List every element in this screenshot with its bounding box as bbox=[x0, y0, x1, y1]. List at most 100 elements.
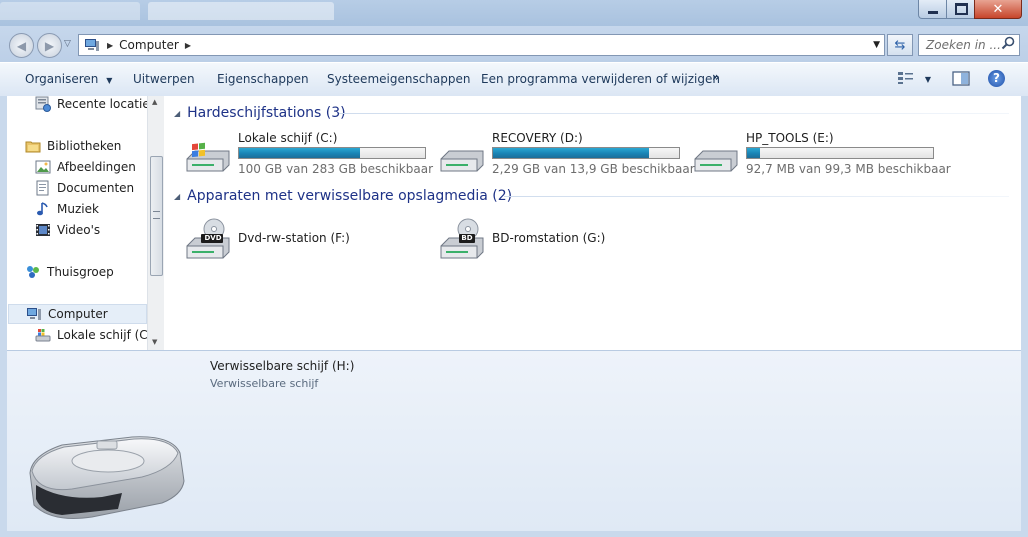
chevron-down-icon: ▼ bbox=[106, 76, 113, 85]
drive-usage-bar bbox=[492, 147, 680, 159]
minimize-icon bbox=[928, 10, 938, 14]
change-view-button[interactable]: ▼ bbox=[897, 71, 931, 88]
removable-disk-large-icon bbox=[22, 435, 192, 525]
sidebar-item-label: Video's bbox=[57, 223, 101, 237]
forward-button[interactable]: ▶ bbox=[37, 33, 62, 58]
sidebar-item-label: Afbeeldingen bbox=[57, 160, 136, 174]
content-pane: ◢ Hardeschijfstations (3) Lokale schijf … bbox=[164, 96, 1021, 350]
device-badge: BD bbox=[461, 234, 473, 242]
back-button[interactable]: ◀ bbox=[9, 33, 34, 58]
videos-icon bbox=[35, 222, 51, 238]
drive-name: Lokale schijf (C:) bbox=[238, 131, 338, 145]
device-name: BD-romstation (G:) bbox=[492, 231, 606, 245]
drive-free-space: 100 GB van 283 GB beschikbaar bbox=[238, 162, 433, 176]
drive-item[interactable]: RECOVERY (D:) 2,29 GB van 13,9 GB beschi… bbox=[438, 131, 695, 177]
help-button[interactable]: ? bbox=[988, 70, 1005, 87]
refresh-button[interactable]: ⇆ bbox=[887, 34, 913, 56]
chevron-down-icon: ▼ bbox=[873, 40, 880, 50]
local-disk-icon bbox=[35, 327, 51, 343]
more-commands-button[interactable]: » bbox=[712, 70, 720, 84]
maximize-icon bbox=[954, 3, 968, 15]
organize-label: Organiseren bbox=[25, 72, 99, 86]
title-bar: ✕ bbox=[0, 0, 1028, 26]
drive-usage-fill bbox=[747, 148, 761, 158]
sidebar-item-label: Muziek bbox=[57, 202, 99, 216]
drive-name: HP_TOOLS (E:) bbox=[746, 131, 834, 145]
homegroup-icon bbox=[25, 264, 41, 280]
group-title: Apparaten met verwisselbare opslagmedia … bbox=[187, 188, 513, 204]
drive-item[interactable]: HP_TOOLS (E:) 92,7 MB van 99,3 MB beschi… bbox=[692, 131, 951, 177]
search-icon bbox=[1001, 36, 1015, 53]
drive-usage-fill bbox=[239, 148, 360, 158]
help-icon: ? bbox=[988, 70, 1005, 87]
hard-drive-icon bbox=[438, 135, 486, 175]
background-window-tab bbox=[148, 2, 334, 20]
drive-free-space: 92,7 MB van 99,3 MB beschikbaar bbox=[746, 162, 951, 176]
device-badge: DVD bbox=[204, 234, 222, 242]
uninstall-program-button[interactable]: Een programma verwijderen of wijzigen bbox=[481, 72, 720, 86]
computer-icon bbox=[26, 306, 42, 322]
breadcrumb-computer[interactable]: Computer bbox=[119, 38, 179, 52]
breadcrumb-separator-icon: ▶ bbox=[184, 40, 191, 50]
grip-icon bbox=[153, 211, 160, 219]
search-input[interactable]: Zoeken in ... bbox=[926, 38, 1001, 52]
sidebar-item-label: Computer bbox=[48, 307, 108, 321]
collapse-triangle-icon: ◢ bbox=[174, 108, 181, 118]
pictures-icon bbox=[35, 159, 51, 175]
drive-usage-fill bbox=[493, 148, 650, 158]
command-bar: Organiseren ▼ Uitwerpen Eigenschappen Sy… bbox=[0, 62, 1028, 97]
recent-pages-dropdown[interactable]: ▽ bbox=[64, 39, 71, 49]
sidebar-item-label: Recente locaties bbox=[57, 97, 147, 111]
drive-name: RECOVERY (D:) bbox=[492, 131, 583, 145]
group-divider bbox=[504, 196, 1009, 197]
scroll-down-arrow[interactable]: ▼ bbox=[152, 338, 157, 346]
sidebar-item-videos[interactable]: Video's bbox=[35, 220, 100, 240]
sidebar-item-recent-places[interactable]: Recente locaties bbox=[35, 96, 147, 114]
group-title: Hardeschijfstations (3) bbox=[187, 105, 346, 121]
group-header-hard-drives[interactable]: ◢ Hardeschijfstations (3) bbox=[174, 104, 346, 122]
breadcrumb-separator-icon: ▶ bbox=[107, 40, 114, 50]
sidebar-item-music[interactable]: Muziek bbox=[35, 199, 99, 219]
search-box[interactable]: Zoeken in ... bbox=[918, 34, 1020, 56]
scroll-thumb[interactable] bbox=[150, 156, 163, 276]
maximize-button[interactable] bbox=[946, 0, 976, 19]
sidebar-item-computer[interactable]: Computer bbox=[8, 304, 147, 324]
navigation-scrollbar[interactable]: ▲ ▼ bbox=[147, 96, 165, 350]
collapse-triangle-icon: ◢ bbox=[174, 191, 181, 201]
sidebar-item-documents[interactable]: Documenten bbox=[35, 178, 134, 198]
view-options-icon bbox=[897, 72, 919, 88]
device-item[interactable]: BD BD-romstation (G:) bbox=[438, 214, 688, 260]
close-icon: ✕ bbox=[992, 1, 1004, 17]
organize-button[interactable]: Organiseren ▼ bbox=[25, 72, 112, 86]
minimize-button[interactable] bbox=[918, 0, 948, 19]
drive-usage-bar bbox=[746, 147, 934, 159]
scroll-up-arrow[interactable]: ▲ bbox=[152, 98, 157, 106]
properties-button[interactable]: Eigenschappen bbox=[217, 72, 309, 86]
device-item[interactable]: DVD Dvd-rw-station (F:) bbox=[184, 214, 434, 260]
preview-pane-button[interactable] bbox=[952, 71, 970, 89]
documents-icon bbox=[35, 180, 51, 196]
dvd-drive-icon: DVD bbox=[184, 218, 232, 259]
group-header-removable[interactable]: ◢ Apparaten met verwisselbare opslagmedi… bbox=[174, 187, 512, 205]
sidebar-item-pictures[interactable]: Afbeeldingen bbox=[35, 157, 136, 177]
details-pane: Verwisselbare schijf (H:) Verwisselbare … bbox=[7, 350, 1021, 531]
windows-hard-drive-icon bbox=[184, 135, 232, 175]
computer-icon bbox=[84, 38, 100, 52]
address-dropdown-button[interactable]: ▼ bbox=[873, 40, 880, 50]
chevron-down-icon: ▼ bbox=[924, 75, 931, 84]
refresh-icon: ⇆ bbox=[894, 37, 906, 53]
libraries-icon bbox=[25, 138, 41, 154]
drive-item[interactable]: Lokale schijf (C:) 100 GB van 283 GB bes… bbox=[184, 131, 434, 177]
sidebar-item-label: Lokale schijf (C:) bbox=[57, 328, 147, 342]
system-properties-button[interactable]: Systeemeigenschappen bbox=[327, 72, 470, 86]
eject-button[interactable]: Uitwerpen bbox=[133, 72, 195, 86]
close-button[interactable]: ✕ bbox=[974, 0, 1022, 19]
drive-usage-bar bbox=[238, 147, 426, 159]
sidebar-item-libraries[interactable]: Bibliotheken bbox=[25, 136, 121, 156]
hard-drive-icon bbox=[692, 135, 740, 175]
sidebar-item-homegroup[interactable]: Thuisgroep bbox=[25, 262, 114, 282]
address-bar[interactable]: ▶ Computer ▶ ▼ bbox=[78, 34, 885, 56]
background-window-tab bbox=[0, 2, 140, 20]
preview-pane-icon bbox=[952, 71, 970, 89]
sidebar-item-local-disk-c[interactable]: Lokale schijf (C:) bbox=[35, 325, 147, 345]
